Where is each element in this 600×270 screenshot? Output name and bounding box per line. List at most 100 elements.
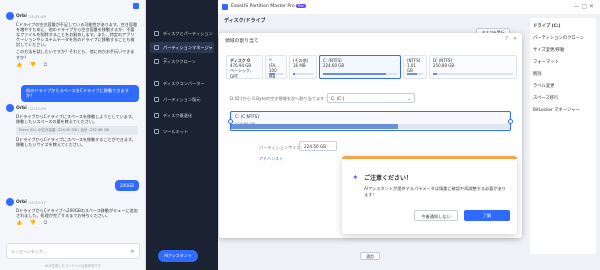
app-titlebar: EaseUS Partition Master Pro Pro — ▢ ✕ <box>218 0 600 14</box>
ai-assistant-button[interactable]: AIアシスタント <box>158 250 198 262</box>
sidebar-item-convert[interactable]: ディスクコンバーター <box>150 78 214 89</box>
message-text: この方法を試したいですか？それとも、他に何かお手伝いできますか？ <box>16 49 135 60</box>
acknowledge-button[interactable]: 了解 <box>464 210 510 221</box>
sidebar-label: ディスクコンバーター <box>163 81 205 86</box>
partition-card[interactable]: D: (NTFS) 250.89 GB <box>429 55 517 79</box>
optimize-icon <box>154 113 159 118</box>
action-delete[interactable]: 削除 <box>533 69 593 81</box>
message-time: 13:31:49 <box>28 13 46 19</box>
action-label[interactable]: ラベル変更 <box>533 81 593 93</box>
sidebar-item-restore[interactable]: パーティション復元 <box>150 94 214 105</box>
sidebar-item-disk[interactable]: ディスクとパーティション <box>150 28 214 39</box>
apply-button[interactable]: 適用 <box>360 252 380 260</box>
action-format[interactable]: フォーマット <box>533 57 593 69</box>
partition-card[interactable]: (NTFS) 1.01 GB <box>403 55 427 79</box>
sparkle-icon: ✦ <box>352 173 359 182</box>
message-text: DドライブからCドライブにスペースを移動することができます。移動したいサイズを教… <box>16 136 136 147</box>
sender-name: Orbi <box>16 105 27 111</box>
alert-title: ご注意ください！ <box>364 175 413 182</box>
app-logo-icon <box>222 4 228 10</box>
chat-input[interactable]: メッセージを入力... ➤ <box>6 243 140 259</box>
resize-handle-left[interactable] <box>228 119 233 124</box>
allocate-label: D:(D:)から 0 Byteの空き領域を次へ割り当てます： <box>230 96 329 101</box>
sidebar-label: ツールキット <box>163 129 189 134</box>
message-text: DドライブからCドライブにスペースを移動しようとしています。移動したいスペースの… <box>16 114 136 125</box>
action-bitlocker[interactable]: BitLocker マネージャー <box>533 105 593 117</box>
message-time: 13:33:17 <box>28 199 46 205</box>
sidebar-item-toolkit[interactable]: ツールキット <box>150 126 214 137</box>
sidebar-item-partition[interactable]: パーティションマネージャー <box>150 42 214 61</box>
partition-label: *: (FA... <box>269 58 279 69</box>
close-icon[interactable]: ✕ <box>513 36 517 42</box>
app-title: EaseUS Partition Master Pro <box>231 4 295 9</box>
target-partition-select[interactable]: C: (C:) ⌄ <box>327 93 415 103</box>
ai-caution-alert: ✦ ご注意ください！ AIアシスタントが提供するパラメータは慎重に確認や再調整す… <box>342 156 517 234</box>
dialog-title: 領域の割り当て <box>225 39 259 44</box>
partition-size: 16 MB <box>293 63 306 69</box>
sidebar-label: ディスククローン <box>163 59 196 64</box>
chat-message: Orbi 13:32:09 DドライブからCドライブにスペースを移動しようとしてい… <box>6 104 138 147</box>
partition-usage-bar <box>433 73 513 75</box>
sidebar-item-optimize[interactable]: ディスク最適化 <box>150 110 214 121</box>
action-migrate[interactable]: スペース移行 <box>533 93 593 105</box>
resize-handle-right[interactable] <box>508 119 513 124</box>
action-resize[interactable]: サイズ変更/移動 <box>533 45 593 57</box>
partition-card-selected[interactable]: C: (NTFS) 224.60 GB <box>319 55 401 79</box>
partition-card[interactable]: *: (FA... 100 MB <box>265 55 287 79</box>
panel-title: ドライブ (C:) <box>533 24 561 29</box>
target-partition-resize: C: (C:NTFS) 224.60 GB <box>228 111 513 131</box>
pro-badge: Pro <box>296 4 306 8</box>
right-action-panel: ドライブ (C:) パーティションのクローン サイズ変更/移動 フォーマット 削… <box>530 18 596 254</box>
user-message: 200GB <box>114 180 139 192</box>
convert-icon <box>154 81 159 86</box>
resize-bar <box>231 124 510 129</box>
rating-icons[interactable]: 👍 👎 ⧉ <box>16 62 138 68</box>
sidebar-item-clone[interactable]: ディスククローン <box>150 56 214 67</box>
send-icon[interactable]: ➤ <box>130 248 135 255</box>
toolkit-icon <box>154 129 159 134</box>
partition-usage-bar <box>323 73 397 75</box>
message-text: DドライブからCドライブへ200GBのスペース移動がキューに追加されました。処理… <box>16 208 138 219</box>
disk-type: ベーシック, GPT <box>230 68 252 79</box>
bot-avatar <box>6 104 14 112</box>
bot-avatar <box>6 198 14 206</box>
message-text: Cドライブの空き容量が不足している可能性があります。空き容量を増やすために、他の… <box>16 22 138 48</box>
partition-usage-bar <box>407 73 423 75</box>
advanced-link[interactable]: アドバンスト <box>259 156 283 162</box>
size-label: パーティションサイズ： <box>259 145 305 150</box>
close-icon[interactable] <box>133 3 139 9</box>
partition-card[interactable]: (その他) 16 MB <box>289 55 317 79</box>
action-clone[interactable]: パーティションのクローン <box>533 33 593 45</box>
clone-icon <box>154 59 159 64</box>
help-icon[interactable]: ? <box>505 36 508 42</box>
input-placeholder: メッセージを入力... <box>11 249 47 254</box>
restore-icon <box>154 97 159 102</box>
select-value: C: (C:) <box>331 96 345 101</box>
partition-size: 224.60 GB <box>323 63 345 69</box>
alert-body: AIアシスタントが提供するパラメータは慎重に確認や再調整する必要があります！ <box>364 186 506 197</box>
disk-info-card: ディスク 0 476.94 GB ベーシック, GPT <box>226 55 263 79</box>
system-info-box: Drive (D:) の空き容量: 224.50 GB / 合計: 232.88… <box>16 126 138 135</box>
sidebar-label: ディスク最適化 <box>163 113 193 118</box>
dont-show-again-button[interactable]: 今後通知しない <box>414 210 458 221</box>
alert-accent <box>342 156 517 159</box>
rating-icons[interactable]: 👍 👎 ⧉ <box>16 220 138 226</box>
sender-name: Orbi <box>16 199 27 205</box>
partition-usage-bar <box>293 73 313 75</box>
sidebar-label: パーティション復元 <box>163 97 201 102</box>
partition-size: 250.89 GB <box>433 63 455 69</box>
chevron-down-icon: ⌄ <box>407 96 411 101</box>
partition-usage-bar <box>269 73 283 75</box>
partition-icon <box>154 45 159 50</box>
chat-disclaimer: AIが生成したコンテンツは参考用です <box>45 264 101 268</box>
partition-size-input[interactable]: 224.50 GB <box>299 141 337 151</box>
app-sidebar: ディスクとパーティション パーティションマネージャー ディスククローン ディスク… <box>146 0 218 270</box>
target-name: C: (C:NTFS) <box>235 114 259 119</box>
window-controls-icon[interactable]: — ▢ ✕ <box>573 3 594 10</box>
bot-avatar <box>6 12 14 20</box>
message-time: 13:32:09 <box>28 105 46 111</box>
chat-message: Orbi 13:33:17 DドライブからCドライブへ200GBのスペース移動がキ… <box>6 198 138 226</box>
sender-name: Orbi <box>16 13 27 19</box>
sidebar-label: ディスクとパーティション <box>163 31 213 36</box>
chat-message: Orbi 13:31:49 Cドライブの空き容量が不足している可能性があります。空… <box>6 12 138 68</box>
